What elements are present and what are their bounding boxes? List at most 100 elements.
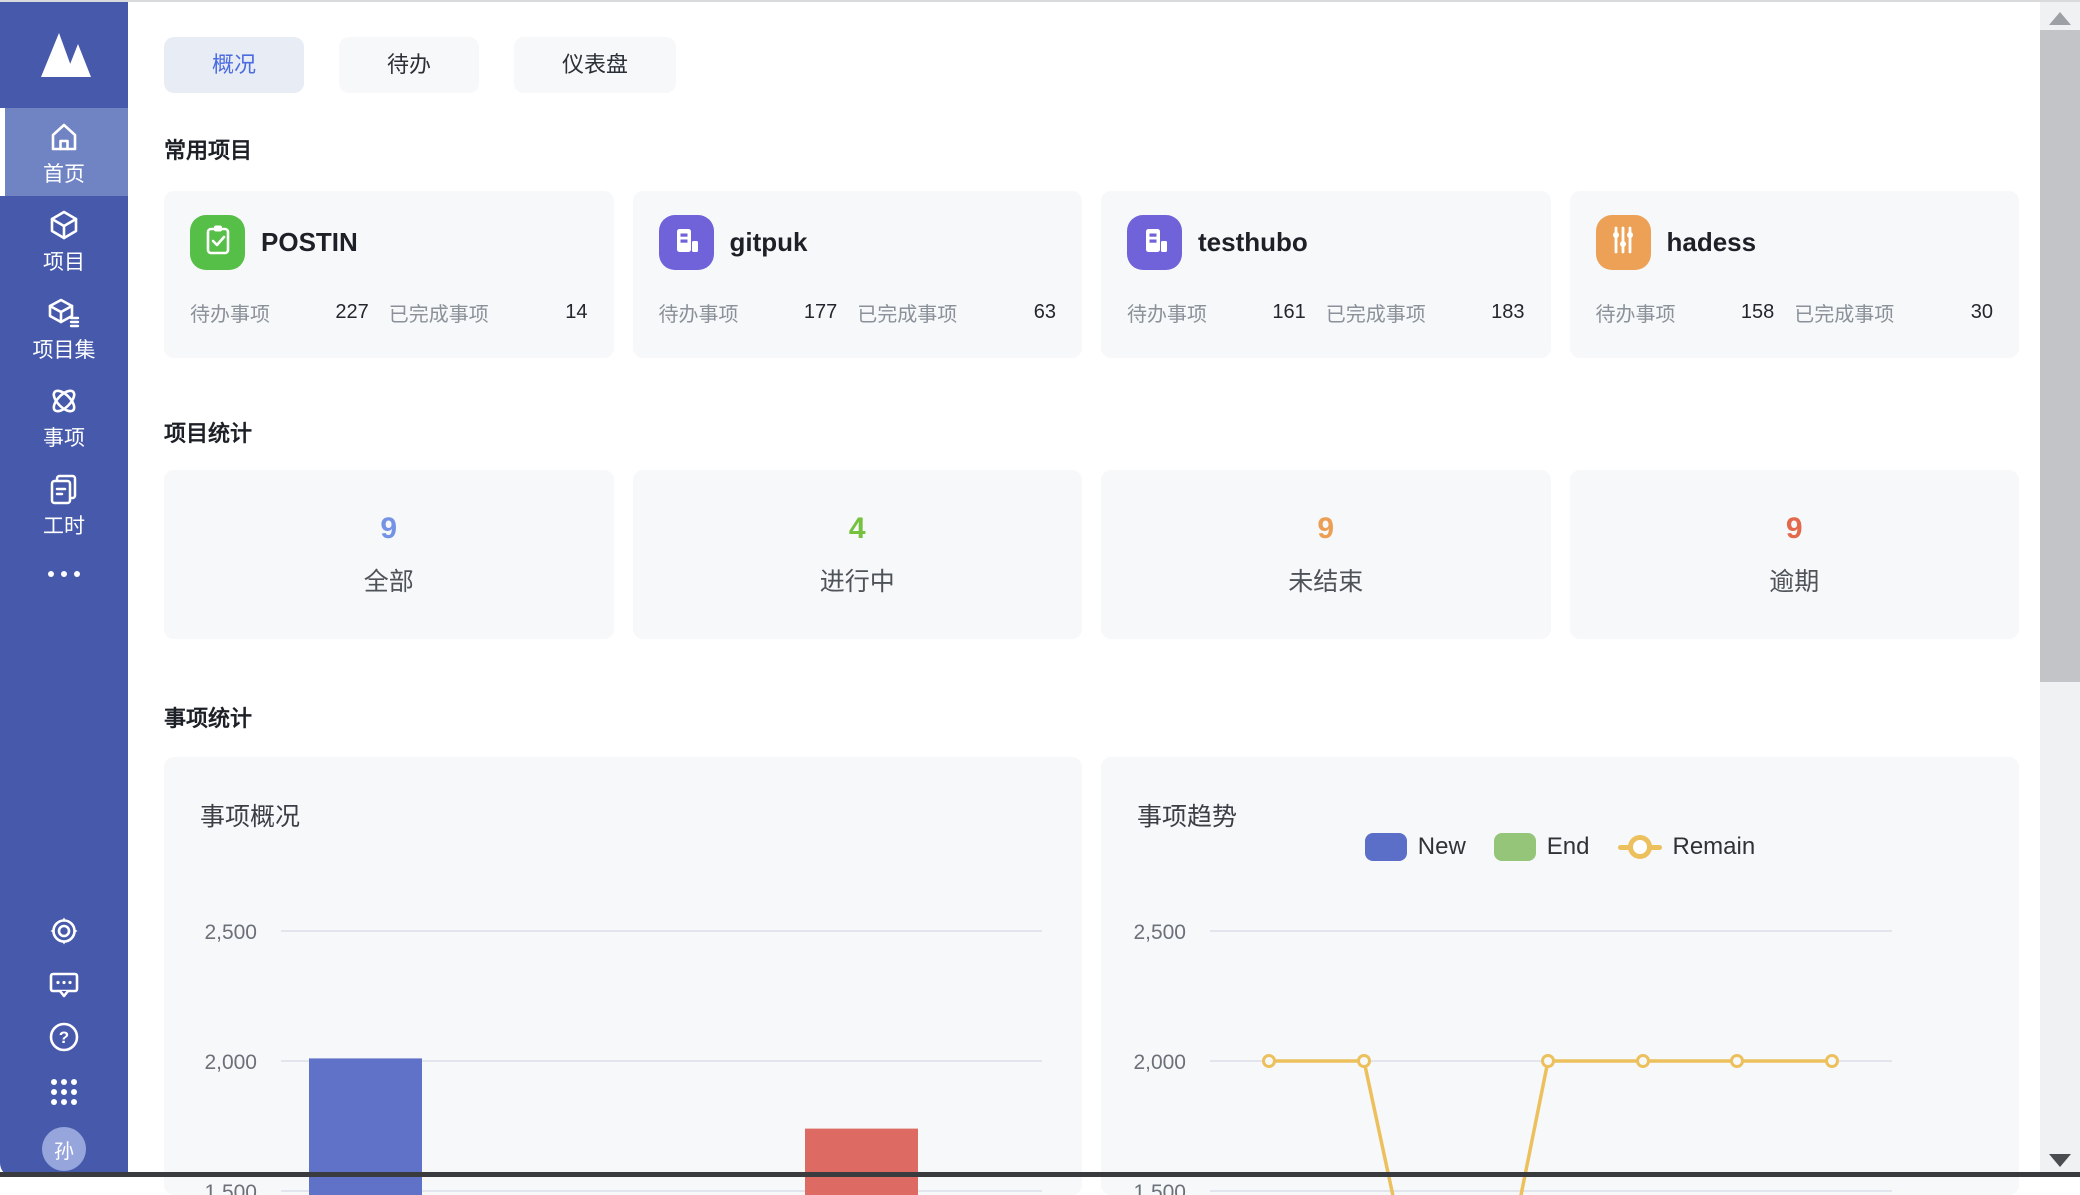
stat-label: 未结束 (1288, 570, 1363, 595)
todo-count: 158 (1676, 301, 1775, 324)
issue-overview-bar-chart: 2,5002,0001,500 (164, 757, 1082, 1195)
sliders-icon (1605, 222, 1641, 263)
done-label: 已完成事项 (389, 298, 489, 327)
scrollbar-down-arrow-icon[interactable] (2049, 1154, 2071, 1167)
section-title-project-stats: 项目统计 (164, 416, 2019, 448)
stat-label: 逾期 (1769, 570, 1819, 595)
project-name: hadess (1667, 227, 1757, 258)
pages-icon (47, 472, 81, 511)
project-card[interactable]: hadess 待办事项 158 已完成事项 30 (1570, 191, 2020, 358)
app-logo[interactable] (0, 2, 128, 108)
todo-count: 161 (1207, 301, 1306, 324)
done-count: 14 (489, 301, 588, 324)
user-avatar[interactable]: 孙 (42, 1127, 86, 1171)
done-count: 30 (1894, 301, 1993, 324)
project-icon-testhubo (1127, 215, 1182, 270)
project-name: gitpuk (730, 227, 808, 258)
issue-overview-chart-card: 事项概况 2,5002,0001,500 (164, 757, 1082, 1195)
window-top-border (0, 0, 2080, 2)
tab-todo[interactable]: 待办 (339, 37, 479, 93)
legend-item-new[interactable]: New (1365, 833, 1466, 861)
chat-bubble-icon (47, 967, 81, 1006)
legend-line-marker (1618, 845, 1662, 850)
stat-card-in-progress[interactable]: 4 进行中 (633, 470, 1083, 639)
chart-title: 事项趋势 (1137, 797, 1237, 833)
project-icon-hadess (1596, 215, 1651, 270)
project-name: POSTIN (261, 227, 358, 258)
taskbar-edge-strip (0, 1172, 2080, 1177)
knot-icon (47, 384, 81, 423)
legend-item-end[interactable]: End (1494, 833, 1590, 861)
project-card[interactable]: gitpuk 待办事项 177 已完成事项 63 (633, 191, 1083, 358)
project-card[interactable]: testhubo 待办事项 161 已完成事项 183 (1101, 191, 1551, 358)
apps-button[interactable] (46, 1074, 82, 1110)
svg-text:1,500: 1,500 (204, 1181, 257, 1195)
svg-text:2,500: 2,500 (1133, 921, 1186, 944)
tab-dashboard[interactable]: 仪表盘 (514, 37, 676, 93)
cube-icon (47, 208, 81, 247)
stat-card-overdue[interactable]: 9 逾期 (1570, 470, 2020, 639)
avatar-initial: 孙 (54, 1135, 74, 1164)
todo-count: 177 (739, 301, 838, 324)
done-count: 63 (957, 301, 1056, 324)
scrollbar-up-arrow-icon[interactable] (2049, 12, 2071, 25)
sidebar-item-label: 工时 (43, 516, 85, 537)
sidebar-item-timesheet[interactable]: 工时 (0, 460, 128, 548)
stat-label: 进行中 (820, 570, 895, 595)
vertical-scrollbar[interactable] (2040, 2, 2080, 1177)
sidebar-item-projects[interactable]: 项目 (0, 196, 128, 284)
help-button[interactable]: ? (46, 1021, 82, 1057)
sidebar-nav: 首页 项目 项目集 (0, 108, 128, 600)
project-name: testhubo (1198, 227, 1308, 258)
building-icon (668, 222, 704, 263)
sidebar-item-label: 项目集 (33, 340, 96, 361)
chart-title: 事项概况 (200, 797, 300, 833)
done-label: 已完成事项 (857, 298, 957, 327)
project-icon-postin (190, 215, 245, 270)
sidebar-item-home[interactable]: 首页 (0, 108, 128, 196)
question-icon: ? (47, 1020, 81, 1059)
stat-value: 4 (849, 514, 866, 544)
done-count: 183 (1426, 301, 1525, 324)
stat-value: 9 (1317, 514, 1334, 544)
section-title-issue-stats: 事项统计 (164, 701, 2019, 733)
charts-row: 事项概况 2,500 2,000 1,500 事项趋势 New End Remain (164, 757, 2019, 1195)
done-label: 已完成事项 (1794, 298, 1894, 327)
stat-card-unfinished[interactable]: 9 未结束 (1101, 470, 1551, 639)
tab-overview[interactable]: 概况 (164, 37, 304, 93)
sidebar: 首页 项目 项目集 (0, 2, 128, 1177)
todo-label: 待办事项 (659, 298, 739, 327)
legend-swatch-end (1494, 833, 1536, 861)
scrollbar-thumb[interactable] (2040, 30, 2080, 682)
sidebar-bottom: ? 孙 (0, 915, 128, 1171)
svg-text:2,000: 2,000 (1133, 1051, 1186, 1074)
gear-icon (47, 914, 81, 953)
sidebar-item-issues[interactable]: 事项 (0, 372, 128, 460)
sidebar-item-label: 事项 (43, 428, 85, 449)
stat-card-all[interactable]: 9 全部 (164, 470, 614, 639)
settings-button[interactable] (46, 915, 82, 951)
stat-label: 全部 (364, 570, 414, 595)
sidebar-more-button[interactable] (0, 548, 128, 600)
sidebar-item-label: 项目 (43, 252, 85, 273)
todo-label: 待办事项 (1596, 298, 1676, 327)
todo-label: 待办事项 (1127, 298, 1207, 327)
ellipsis-icon (48, 571, 54, 577)
legend-swatch-new (1365, 833, 1407, 861)
feedback-button[interactable] (46, 968, 82, 1004)
legend-item-remain[interactable]: Remain (1618, 833, 1756, 861)
svg-text:?: ? (59, 1028, 69, 1047)
project-card[interactable]: POSTIN 待办事项 227 已完成事项 14 (164, 191, 614, 358)
sidebar-item-programs[interactable]: 项目集 (0, 284, 128, 372)
todo-count: 227 (270, 301, 369, 324)
cube-list-icon (47, 296, 81, 335)
section-title-projects: 常用项目 (164, 133, 2019, 165)
issue-trend-line-chart: 2,500 2,000 1,500 (1101, 757, 2019, 1195)
project-cards-row: POSTIN 待办事项 227 已完成事项 14 (164, 191, 2019, 358)
svg-text:2,000: 2,000 (204, 1051, 257, 1074)
apps-grid-icon (51, 1079, 77, 1105)
todo-label: 待办事项 (190, 298, 270, 327)
svg-text:1,500: 1,500 (1133, 1181, 1186, 1195)
stat-value: 9 (380, 514, 397, 544)
clipboard-check-icon (200, 222, 236, 263)
